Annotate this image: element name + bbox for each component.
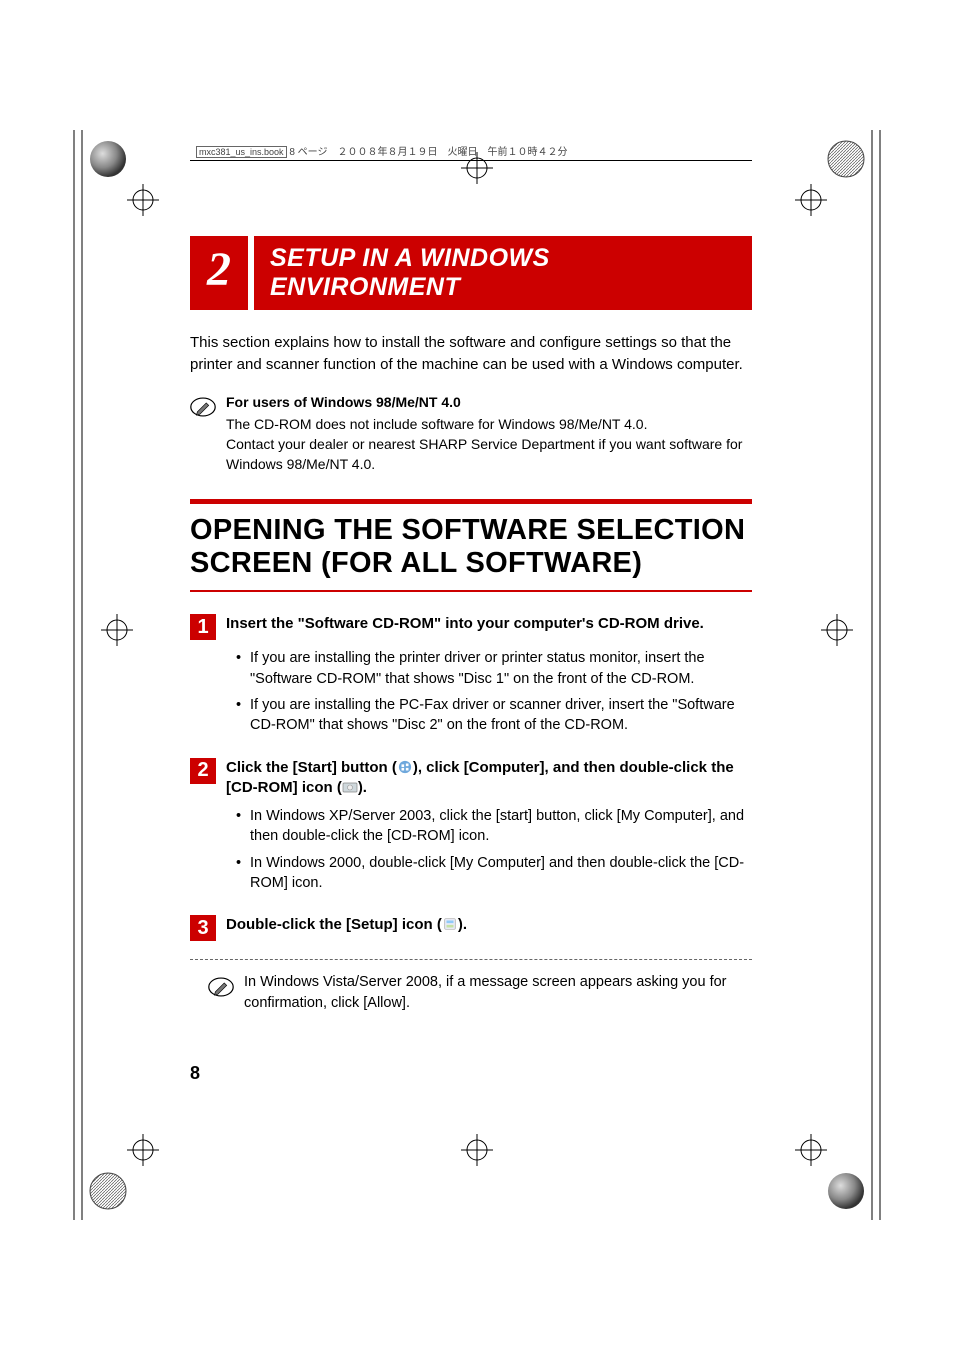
step-number-2: 2	[190, 758, 216, 784]
step-3-heading: Double-click the [Setup] icon ().	[226, 915, 467, 935]
step-3: 3 Double-click the [Setup] icon ().	[190, 915, 752, 941]
chapter-number: 2	[190, 236, 248, 310]
rule-thick-top	[190, 499, 752, 504]
chapter-title: SETUP IN A WINDOWS ENVIRONMENT	[254, 236, 752, 310]
step-2-bullet-1: In Windows XP/Server 2003, click the [st…	[236, 806, 752, 847]
note2-text: In Windows Vista/Server 2008, if a messa…	[244, 972, 752, 1013]
step-2-heading: Click the [Start] button (), click [Comp…	[226, 758, 752, 799]
note-box-1: For users of Windows 98/Me/NT 4.0 The CD…	[190, 392, 752, 475]
chapter-heading: 2 SETUP IN A WINDOWS ENVIRONMENT	[190, 236, 752, 310]
page-content: mxc381_us_ins.book 8 ページ ２００８年８月１９日 火曜日 …	[190, 143, 752, 1013]
step-2: 2 Click the [Start] button (), click [Co…	[190, 758, 752, 799]
windows-start-orb-icon	[397, 760, 413, 774]
step-1-bullets: If you are installing the printer driver…	[236, 648, 752, 735]
setup-exe-icon	[442, 917, 458, 931]
note1-line1: The CD-ROM does not include software for…	[226, 414, 752, 434]
pencil-icon	[190, 394, 216, 420]
header-meta: 8 ページ ２００８年８月１９日 火曜日 午前１０時４２分	[289, 147, 567, 158]
step-1-bullet-2: If you are installing the PC-Fax driver …	[236, 695, 752, 736]
pencil-icon	[208, 974, 234, 1000]
step-number-1: 1	[190, 614, 216, 640]
step-number-3: 3	[190, 915, 216, 941]
header-filename: mxc381_us_ins.book	[196, 146, 287, 158]
note1-title: For users of Windows 98/Me/NT 4.0	[226, 392, 752, 412]
page-number: 8	[190, 1063, 200, 1084]
step-2-bullets: In Windows XP/Server 2003, click the [st…	[236, 806, 752, 893]
rule-thin-bottom	[190, 590, 752, 592]
step-2-bullet-2: In Windows 2000, double-click [My Comput…	[236, 853, 752, 894]
section-title: OPENING THE SOFTWARE SELECTION SCREEN (F…	[190, 514, 752, 581]
note1-line2: Contact your dealer or nearest SHARP Ser…	[226, 434, 752, 475]
cdrom-drive-icon	[342, 780, 358, 794]
running-header: mxc381_us_ins.book 8 ページ ２００８年８月１９日 火曜日 …	[190, 143, 752, 161]
intro-paragraph: This section explains how to install the…	[190, 332, 752, 376]
step-1: 1 Insert the "Software CD-ROM" into your…	[190, 614, 752, 640]
dashed-rule	[190, 959, 752, 960]
note-box-2: In Windows Vista/Server 2008, if a messa…	[208, 972, 752, 1013]
step-1-bullet-1: If you are installing the printer driver…	[236, 648, 752, 689]
step-1-heading: Insert the "Software CD-ROM" into your c…	[226, 614, 704, 634]
